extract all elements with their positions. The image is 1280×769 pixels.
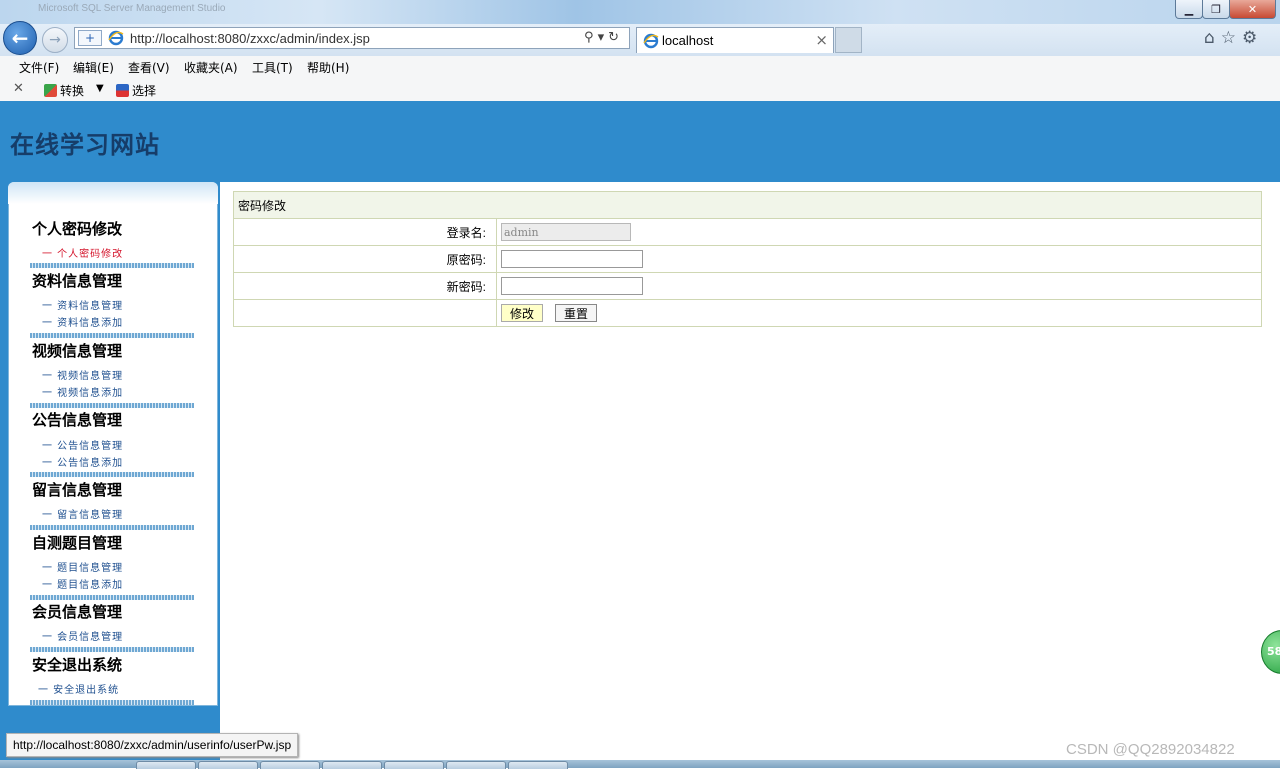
menu-favorites[interactable]: 收藏夹(A) (184, 59, 238, 76)
select-icon (116, 84, 129, 97)
site-header: 在线学习网站 (0, 101, 1280, 182)
old-password-label: 原密码: (233, 245, 497, 273)
select-label: 选择 (132, 84, 157, 98)
old-password-input[interactable] (501, 250, 643, 268)
menu-view[interactable]: 查看(V) (128, 59, 170, 76)
sidebar-title-notice: 公告信息管理 (32, 411, 123, 429)
sidebar-title-video: 视频信息管理 (32, 342, 123, 360)
browser-right-tools: ⌂☆⚙ (1204, 28, 1263, 48)
sidebar-item-notice-add[interactable]: 一 公告信息添加 (42, 454, 123, 469)
sidebar-item-logout[interactable]: 一 安全退出系统 (38, 681, 119, 696)
menu-bar: 文件(F) 编辑(E) 查看(V) 收藏夹(A) 工具(T) 帮助(H) (0, 56, 1280, 78)
table-row: 修改 重置 (233, 299, 1262, 327)
password-form-table: 密码修改 登录名: 原密码: 新密码: 修改重置 (233, 191, 1262, 327)
old-password-cell (496, 245, 1262, 273)
sidebar-item-message-manage[interactable]: 一 留言信息管理 (42, 506, 123, 521)
menu-edit[interactable]: 编辑(E) (73, 59, 114, 76)
sidebar-title-password: 个人密码修改 (32, 220, 123, 238)
convert-button[interactable]: 转换 (44, 82, 84, 99)
button-cell: 修改 重置 (496, 299, 1262, 327)
close-tab-icon[interactable]: × (815, 31, 828, 49)
home-icon[interactable]: ⌂ (1204, 28, 1221, 48)
maximize-button[interactable]: ❐ (1202, 0, 1230, 19)
sidebar-title-message: 留言信息管理 (32, 481, 123, 499)
sidebar-item-video-add[interactable]: 一 视频信息添加 (42, 384, 123, 399)
button-row-spacer (233, 299, 497, 327)
address-bar[interactable]: + http://localhost:8080/zxxc/admin/index… (74, 27, 630, 49)
new-password-label: 新密码: (233, 272, 497, 300)
new-password-cell (496, 272, 1262, 300)
sidebar-item-video-manage[interactable]: 一 视频信息管理 (42, 367, 123, 382)
settings-gear-icon[interactable]: ⚙ (1242, 28, 1263, 48)
sidebar-separator (30, 263, 194, 268)
back-button[interactable]: ← (3, 21, 37, 55)
browser-tab[interactable]: localhost × (636, 27, 834, 53)
sidebar-top-glow (8, 182, 218, 204)
login-name-label: 登录名: (233, 218, 497, 246)
sidebar-separator (30, 333, 194, 338)
sidebar-menu: 个人密码修改 一 个人密码修改 资料信息管理 一 资料信息管理 一 资料信息添加… (8, 182, 218, 706)
table-row: 原密码: (233, 245, 1262, 273)
login-name-cell (496, 218, 1262, 246)
menu-help[interactable]: 帮助(H) (307, 59, 349, 76)
sidebar-separator (30, 525, 194, 530)
favorites-star-icon[interactable]: ☆ (1221, 28, 1242, 48)
sidebar-separator (30, 700, 194, 705)
sidebar-separator (30, 595, 194, 600)
sidebar-title-quiz: 自测题目管理 (32, 534, 123, 552)
sidebar-item-change-password[interactable]: 一 个人密码修改 (42, 245, 123, 260)
login-name-field (501, 223, 631, 241)
form-heading: 密码修改 (233, 191, 1262, 219)
back-arrow-icon: ← (11, 26, 29, 50)
address-url[interactable]: http://localhost:8080/zxxc/admin/index.j… (130, 31, 370, 46)
convert-dropdown-icon[interactable]: ▼ (96, 83, 104, 94)
sidebar-title-logout: 安全退出系统 (32, 656, 123, 674)
new-tab-button[interactable] (835, 27, 862, 53)
close-toolbar-icon[interactable]: ✕ (13, 81, 24, 96)
select-button[interactable]: 选择 (116, 82, 156, 99)
sidebar-title-material: 资料信息管理 (32, 272, 123, 290)
convert-icon (44, 84, 57, 97)
menu-file[interactable]: 文件(F) (19, 59, 59, 76)
sidebar-item-quiz-manage[interactable]: 一 题目信息管理 (42, 559, 123, 574)
table-row: 新密码: (233, 272, 1262, 300)
sidebar-item-material-manage[interactable]: 一 资料信息管理 (42, 297, 123, 312)
compatibility-view-icon[interactable]: + (78, 30, 102, 46)
window-title: Microsoft SQL Server Management Studio (38, 3, 226, 14)
ie-page-icon (108, 30, 124, 50)
close-icon: ✕ (1247, 2, 1258, 16)
table-row: 登录名: (233, 218, 1262, 246)
sidebar-separator (30, 472, 194, 477)
restore-icon: ❐ (1211, 2, 1221, 16)
sidebar-item-notice-manage[interactable]: 一 公告信息管理 (42, 437, 123, 452)
menu-tools[interactable]: 工具(T) (252, 59, 293, 76)
forward-button[interactable]: → (42, 27, 68, 53)
site-title: 在线学习网站 (10, 131, 160, 159)
ie-tab-icon (643, 33, 659, 53)
form-header-row: 密码修改 (233, 191, 1262, 219)
window-titlebar: Microsoft SQL Server Management Studio (0, 0, 1280, 24)
command-bar: ✕ 转换 ▼ 选择 (0, 78, 1280, 102)
new-password-input[interactable] (501, 277, 643, 295)
sidebar-item-material-add[interactable]: 一 资料信息添加 (42, 314, 123, 329)
tab-title: localhost (662, 33, 714, 48)
close-window-button[interactable]: ✕ (1229, 0, 1276, 19)
sidebar-separator (30, 647, 194, 652)
search-refresh-icons[interactable]: ⚲▾↻ (584, 30, 623, 45)
minimize-icon: ▁ (1184, 2, 1194, 16)
minimize-button[interactable]: ▁ (1175, 0, 1203, 19)
forward-arrow-icon: → (49, 32, 61, 48)
sidebar-title-member: 会员信息管理 (32, 603, 123, 621)
watermark-text: CSDN @QQ2892034822 (1066, 741, 1235, 758)
sidebar-item-quiz-add[interactable]: 一 题目信息添加 (42, 576, 123, 591)
reset-button[interactable]: 重置 (555, 304, 598, 322)
submit-button[interactable]: 修改 (501, 304, 544, 322)
convert-label: 转换 (60, 84, 85, 98)
sidebar-item-member-manage[interactable]: 一 会员信息管理 (42, 628, 123, 643)
status-bar-url: http://localhost:8080/zxxc/admin/userinf… (6, 733, 299, 757)
sidebar-separator (30, 403, 194, 408)
